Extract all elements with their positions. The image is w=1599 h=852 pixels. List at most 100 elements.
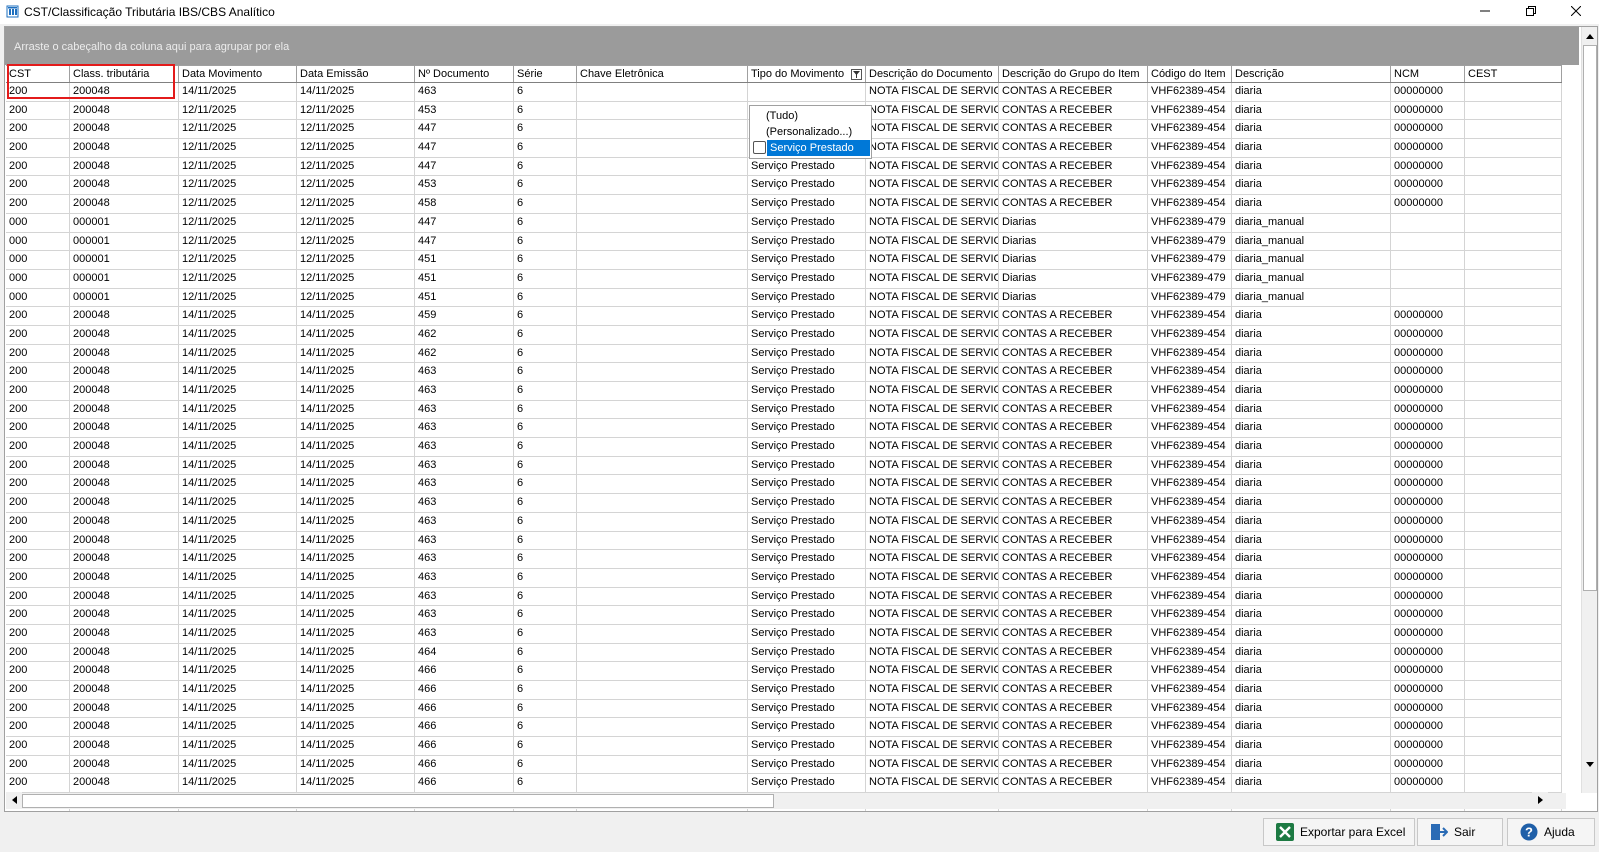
- table-cell[interactable]: VHF62389-479: [1148, 251, 1232, 269]
- table-cell[interactable]: CONTAS A RECEBER: [999, 568, 1148, 587]
- table-cell[interactable]: [1465, 307, 1562, 325]
- table-cell[interactable]: Serviço Prestado: [748, 456, 866, 475]
- table-cell[interactable]: VHF62389-454: [1148, 325, 1232, 344]
- table-cell[interactable]: VHF62389-454: [1148, 531, 1232, 550]
- table-cell[interactable]: [577, 288, 748, 307]
- table-cell[interactable]: VHF62389-479: [1148, 269, 1232, 288]
- table-cell[interactable]: Serviço Prestado: [748, 512, 866, 531]
- table-cell[interactable]: NOTA FISCAL DE SERVICO: [866, 662, 999, 680]
- table-cell[interactable]: [1465, 269, 1562, 288]
- table-cell[interactable]: 00000000: [1391, 83, 1465, 101]
- horizontal-scroll-thumb[interactable]: [22, 794, 774, 808]
- table-cell[interactable]: Diarias: [999, 232, 1148, 251]
- table-cell[interactable]: 6: [514, 176, 577, 195]
- table-cell[interactable]: 14/11/2025: [297, 382, 415, 400]
- table-cell[interactable]: 200048: [70, 512, 179, 531]
- table-cell[interactable]: Serviço Prestado: [748, 269, 866, 288]
- table-cell[interactable]: 6: [514, 718, 577, 737]
- column-header[interactable]: Código do Item: [1148, 65, 1232, 82]
- table-cell[interactable]: 200048: [70, 718, 179, 737]
- table-cell[interactable]: 466: [415, 755, 514, 774]
- table-cell[interactable]: 00000000: [1391, 606, 1465, 624]
- table-row[interactable]: 20020004814/11/202514/11/20254666Serviço…: [6, 681, 1562, 700]
- table-cell[interactable]: 200048: [70, 681, 179, 699]
- table-cell[interactable]: 200048: [70, 587, 179, 606]
- table-cell[interactable]: diaria: [1232, 662, 1391, 680]
- table-cell[interactable]: 00000000: [1391, 419, 1465, 438]
- table-cell[interactable]: 463: [415, 363, 514, 381]
- table-cell[interactable]: 200: [6, 606, 70, 624]
- table-cell[interactable]: CONTAS A RECEBER: [999, 718, 1148, 737]
- table-cell[interactable]: diaria: [1232, 325, 1391, 344]
- table-cell[interactable]: VHF62389-454: [1148, 475, 1232, 494]
- table-cell[interactable]: diaria: [1232, 101, 1391, 120]
- table-cell[interactable]: 200048: [70, 456, 179, 475]
- column-header[interactable]: Class. tributária: [70, 65, 179, 82]
- table-cell[interactable]: 200: [6, 139, 70, 157]
- table-cell[interactable]: Serviço Prestado: [748, 325, 866, 344]
- table-cell[interactable]: 463: [415, 531, 514, 550]
- table-cell[interactable]: 14/11/2025: [297, 438, 415, 456]
- table-cell[interactable]: 6: [514, 456, 577, 475]
- table-cell[interactable]: 00000000: [1391, 643, 1465, 662]
- table-cell[interactable]: NOTA FISCAL DE SERVICO: [866, 568, 999, 587]
- table-cell[interactable]: CONTAS A RECEBER: [999, 307, 1148, 325]
- table-cell[interactable]: 14/11/2025: [179, 531, 297, 550]
- table-cell[interactable]: VHF62389-454: [1148, 587, 1232, 606]
- table-cell[interactable]: 000001: [70, 269, 179, 288]
- table-cell[interactable]: 200048: [70, 157, 179, 176]
- table-cell[interactable]: 12/11/2025: [179, 157, 297, 176]
- table-cell[interactable]: VHF62389-454: [1148, 176, 1232, 195]
- table-cell[interactable]: 466: [415, 774, 514, 793]
- table-cell[interactable]: diaria: [1232, 400, 1391, 419]
- table-cell[interactable]: 00000000: [1391, 438, 1465, 456]
- table-cell[interactable]: 6: [514, 606, 577, 624]
- table-cell[interactable]: [1391, 288, 1465, 307]
- table-cell[interactable]: VHF62389-454: [1148, 662, 1232, 680]
- table-cell[interactable]: CONTAS A RECEBER: [999, 755, 1148, 774]
- table-cell[interactable]: [1465, 755, 1562, 774]
- table-cell[interactable]: 200048: [70, 531, 179, 550]
- table-cell[interactable]: [577, 419, 748, 438]
- table-cell[interactable]: [1465, 139, 1562, 157]
- table-cell[interactable]: VHF62389-454: [1148, 363, 1232, 381]
- table-cell[interactable]: diaria_manual: [1232, 288, 1391, 307]
- table-cell[interactable]: 00000000: [1391, 662, 1465, 680]
- table-cell[interactable]: 14/11/2025: [297, 737, 415, 755]
- scroll-down-button[interactable]: [1582, 755, 1597, 772]
- table-cell[interactable]: 14/11/2025: [297, 662, 415, 680]
- table-cell[interactable]: 200: [6, 157, 70, 176]
- table-cell[interactable]: 14/11/2025: [179, 325, 297, 344]
- table-cell[interactable]: [577, 475, 748, 494]
- table-cell[interactable]: Serviço Prestado: [748, 195, 866, 213]
- table-cell[interactable]: 00000000: [1391, 344, 1465, 363]
- table-cell[interactable]: CONTAS A RECEBER: [999, 737, 1148, 755]
- table-cell[interactable]: [577, 195, 748, 213]
- table-cell[interactable]: 00000000: [1391, 512, 1465, 531]
- column-header[interactable]: CEST: [1465, 65, 1562, 82]
- table-cell[interactable]: [577, 681, 748, 699]
- filter-icon[interactable]: [851, 69, 862, 80]
- scroll-right-button[interactable]: [1532, 792, 1548, 809]
- table-cell[interactable]: 000001: [70, 251, 179, 269]
- table-cell[interactable]: 14/11/2025: [179, 400, 297, 419]
- table-cell[interactable]: 14/11/2025: [297, 512, 415, 531]
- table-cell[interactable]: 12/11/2025: [297, 176, 415, 195]
- table-cell[interactable]: NOTA FISCAL DE SERVICO: [866, 213, 999, 232]
- table-cell[interactable]: 6: [514, 83, 577, 101]
- table-cell[interactable]: 12/11/2025: [179, 101, 297, 120]
- column-header[interactable]: Descrição: [1232, 65, 1391, 82]
- table-cell[interactable]: CONTAS A RECEBER: [999, 382, 1148, 400]
- table-cell[interactable]: 447: [415, 213, 514, 232]
- table-row[interactable]: 000 000001 12/11/2025 12/11/2025 451 6 Serviço…: [6, 288, 1562, 308]
- table-cell[interactable]: 200: [6, 363, 70, 381]
- table-row[interactable]: 200 200048 14/11/2025 14/11/2025 463 6 Serviço…: [6, 475, 1562, 495]
- table-cell[interactable]: 200048: [70, 662, 179, 680]
- table-row[interactable]: 20020004814/11/202514/11/20254666Serviço…: [6, 662, 1562, 681]
- table-cell[interactable]: 00000000: [1391, 139, 1465, 157]
- table-cell[interactable]: 6: [514, 512, 577, 531]
- table-cell[interactable]: diaria_manual: [1232, 232, 1391, 251]
- table-cell[interactable]: 00000000: [1391, 568, 1465, 587]
- table-cell[interactable]: 14/11/2025: [179, 718, 297, 737]
- table-cell[interactable]: 12/11/2025: [297, 232, 415, 251]
